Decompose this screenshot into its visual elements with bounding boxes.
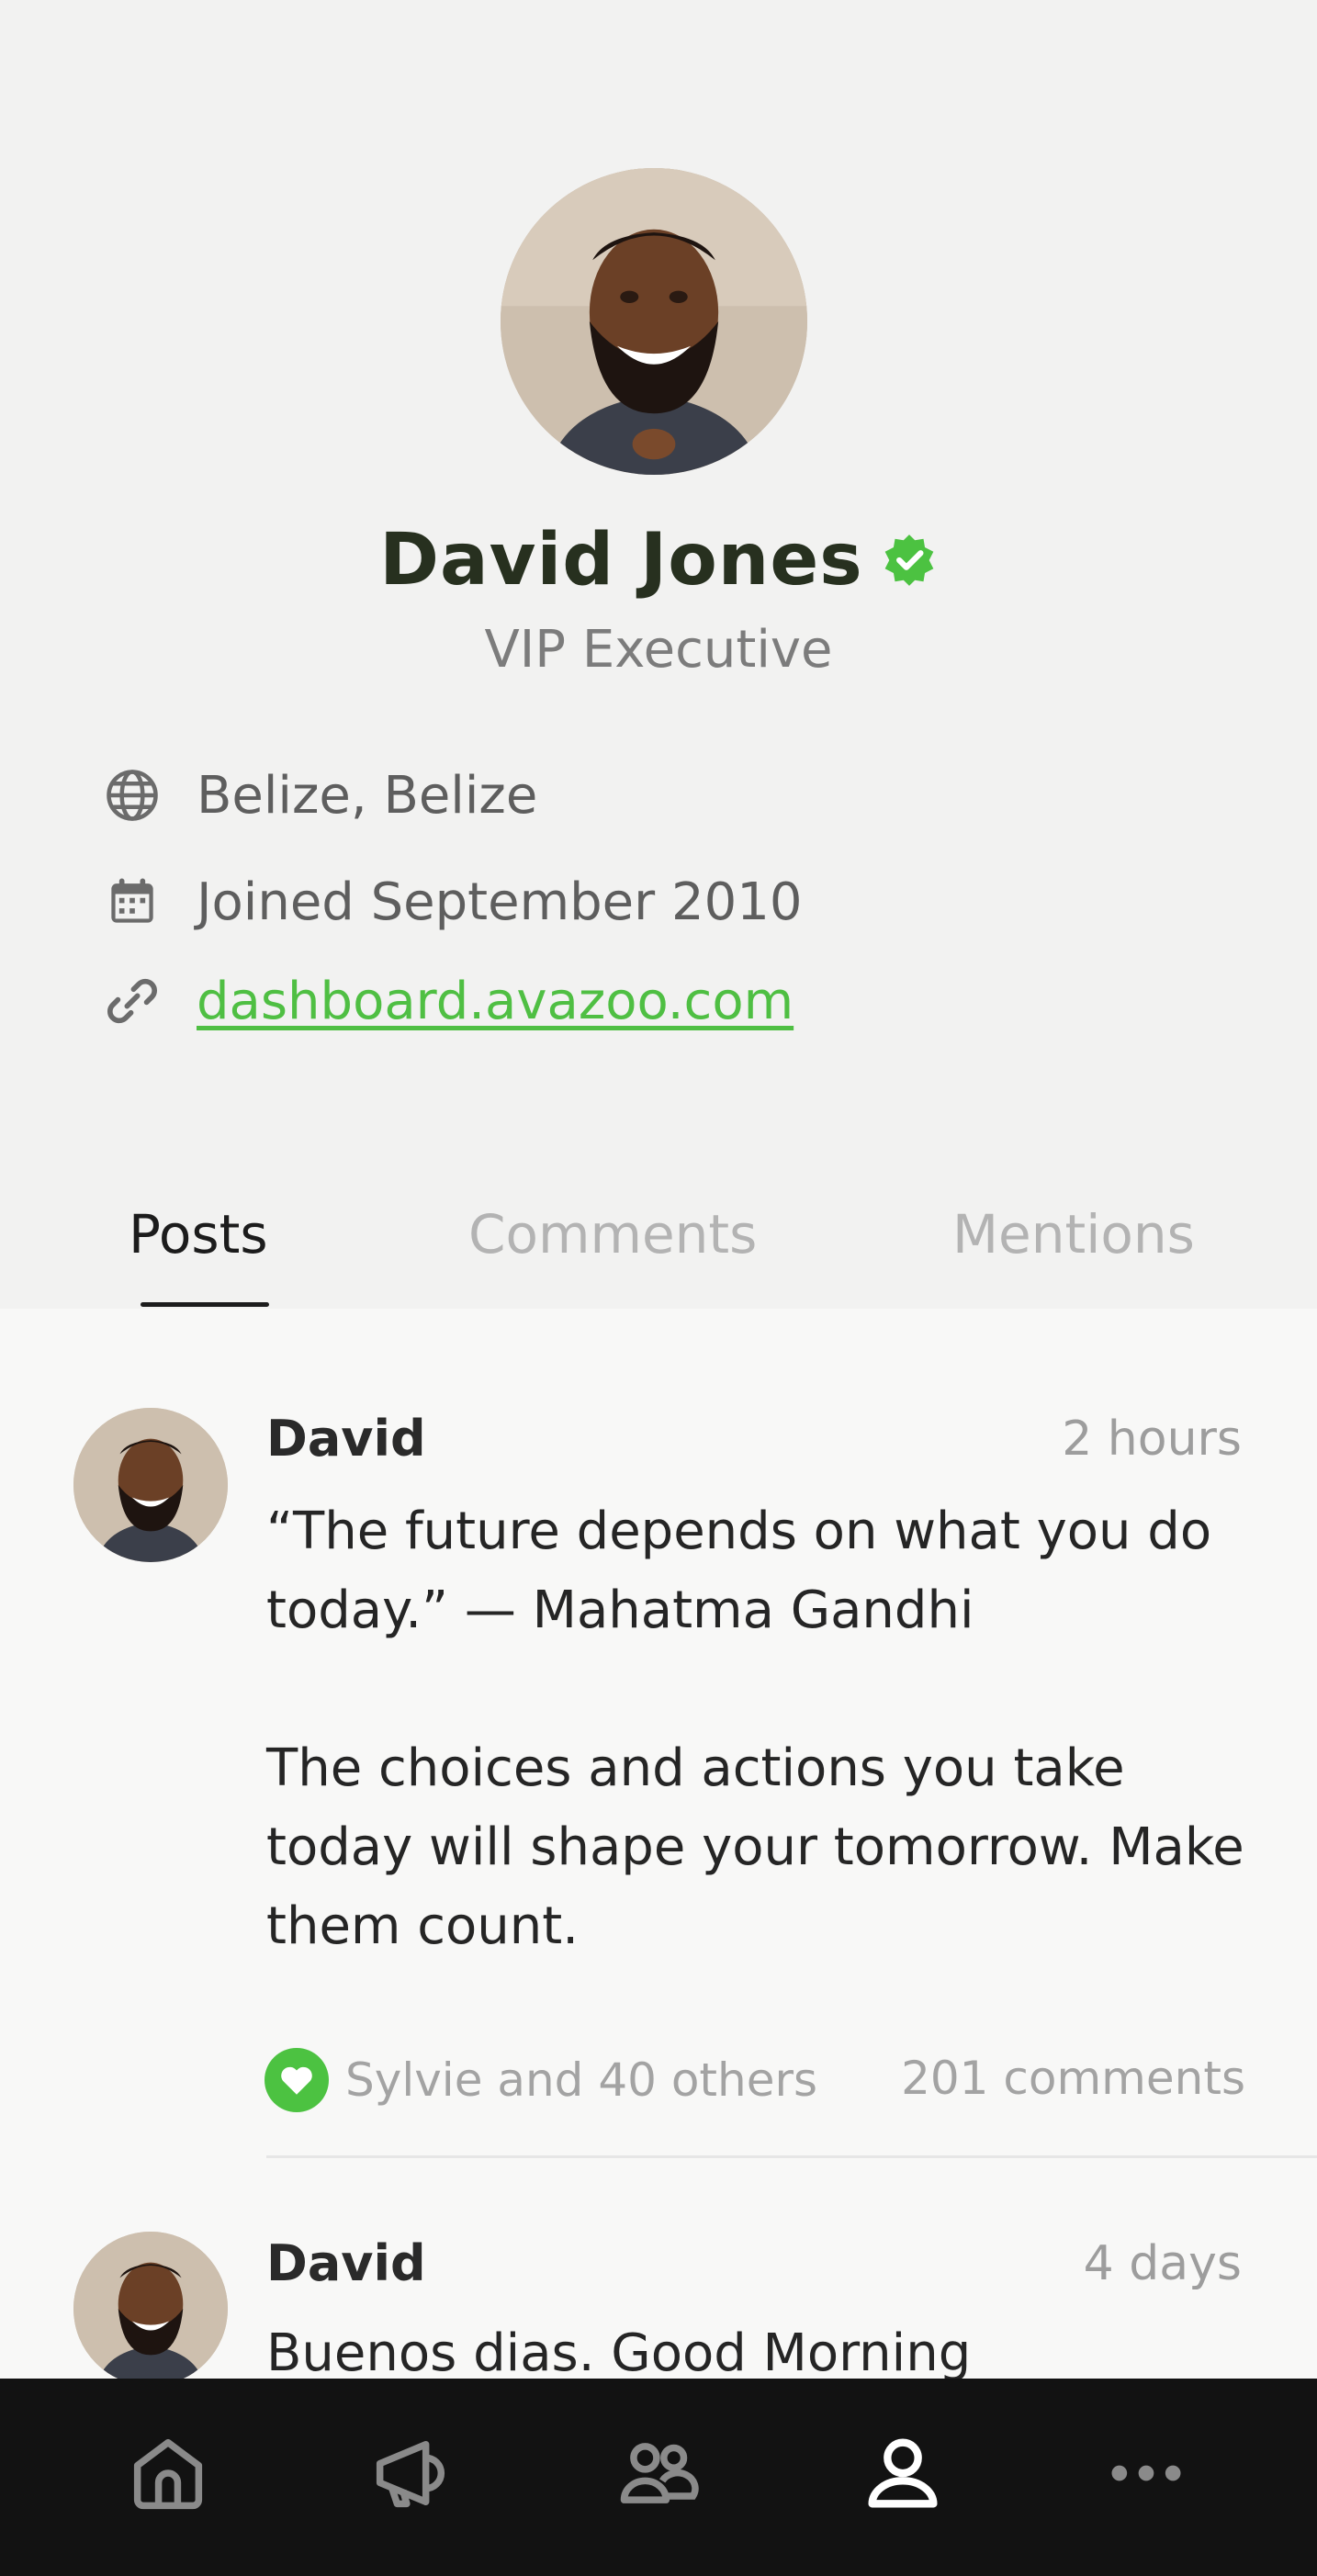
post-avatar[interactable]: [73, 2232, 228, 2379]
avatar-photo: [73, 2232, 228, 2379]
heart-icon[interactable]: [265, 2048, 329, 2112]
post-author[interactable]: David: [266, 2234, 426, 2292]
profile-icon[interactable]: [852, 2423, 953, 2524]
joined-row: Joined September 2010: [101, 871, 802, 933]
avatar[interactable]: [501, 168, 807, 475]
tab-posts[interactable]: Posts: [129, 1203, 268, 1266]
avatar-photo: [501, 168, 807, 475]
website-row[interactable]: dashboard.avazoo.com: [101, 970, 794, 1032]
verified-badge-icon: [881, 532, 938, 589]
post-author[interactable]: David: [266, 1410, 426, 1468]
post-body: “The future depends on what you do today…: [266, 1502, 1244, 1956]
avatar-photo: [73, 1408, 228, 1562]
comments-count[interactable]: 201 comments: [901, 2052, 1245, 2105]
home-icon[interactable]: [118, 2423, 219, 2524]
location-text: Belize, Belize: [197, 765, 538, 826]
profile-tabs: Posts Comments Mentions: [0, 1185, 1317, 1309]
profile-title: VIP Executive: [484, 620, 833, 680]
link-icon: [101, 970, 163, 1032]
profile-header: David Jones VIP Executive Belize, Belize: [0, 0, 1317, 1309]
profile-name: David Jones: [379, 519, 863, 602]
location-row: Belize, Belize: [101, 764, 537, 827]
post-time: 4 days: [1083, 2236, 1242, 2291]
tab-mentions[interactable]: Mentions: [952, 1203, 1195, 1266]
calendar-icon: [101, 871, 163, 933]
active-tab-indicator: [141, 1302, 269, 1307]
post-time: 2 hours: [1062, 1412, 1242, 1467]
community-icon[interactable]: [608, 2423, 709, 2524]
tab-comments[interactable]: Comments: [468, 1203, 757, 1266]
post-likes[interactable]: Sylvie and 40 others: [265, 2048, 817, 2112]
post-divider: [266, 2155, 1317, 2158]
website-link[interactable]: dashboard.avazoo.com: [197, 972, 794, 1031]
joined-text: Joined September 2010: [197, 872, 803, 932]
posts-feed[interactable]: David 2 hours “The future depends on wha…: [0, 1309, 1317, 2379]
likes-text: Sylvie and 40 others: [345, 2053, 818, 2107]
globe-icon: [101, 764, 163, 827]
more-icon[interactable]: [1096, 2423, 1197, 2524]
bottom-nav: [0, 2379, 1317, 2576]
post-avatar[interactable]: [73, 1408, 228, 1562]
post-body: Buenos dias. Good Morning: [266, 2323, 972, 2379]
megaphone-icon[interactable]: [360, 2423, 461, 2524]
